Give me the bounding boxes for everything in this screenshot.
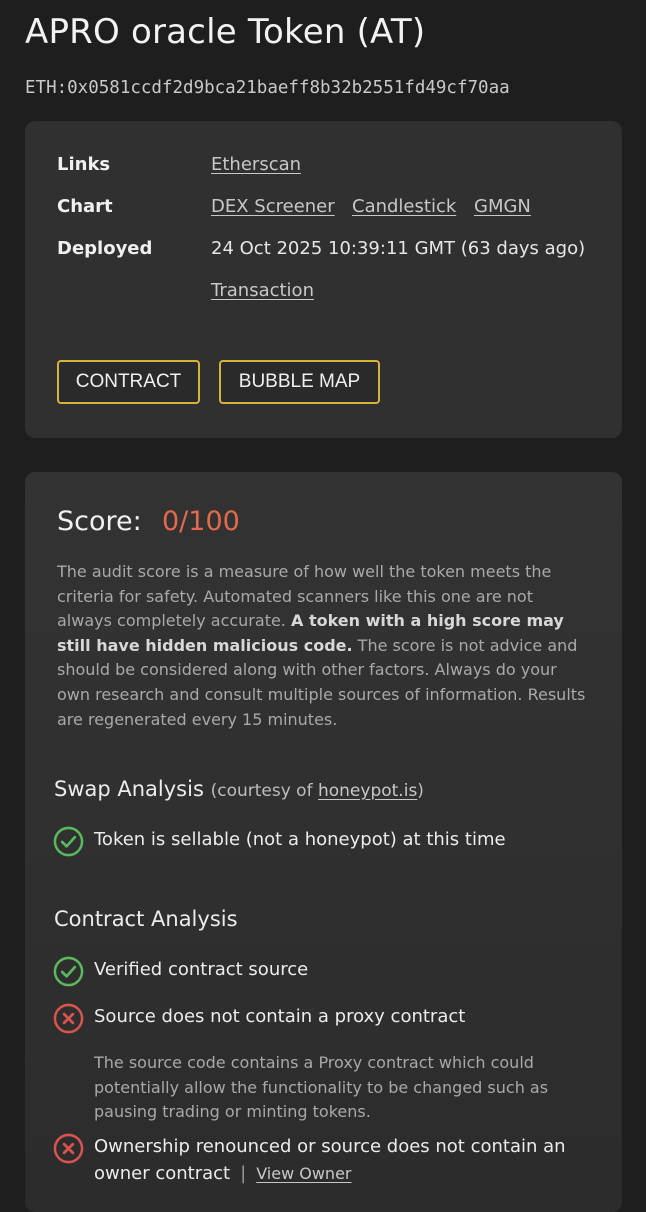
score-label: Score:	[57, 506, 142, 537]
token-title: APRO oracle Token (AT)	[25, 12, 426, 52]
gmgn-link[interactable]: GMGN	[474, 196, 531, 217]
audit-card: Score: 0/100 The audit score is a measur…	[25, 472, 622, 1212]
swap-analysis-title: Swap Analysis	[54, 777, 204, 801]
swap-check-sellable: Token is sellable (not a honeypot) at th…	[53, 826, 506, 857]
courtesy-note: (courtesy of honeypot.is)	[210, 781, 424, 801]
score-value: 0/100	[162, 506, 240, 537]
proxy-warning-note: The source code contains a Proxy contrac…	[94, 1053, 549, 1122]
contract-check-verified: Verified contract source	[53, 956, 308, 987]
deployed-date: 24 Oct 2025 10:39:11 GMT (63 days ago)	[211, 238, 586, 259]
swap-analysis-heading: Swap Analysis (courtesy of honeypot.is)	[54, 777, 424, 801]
etherscan-link[interactable]: Etherscan	[211, 154, 301, 175]
token-info-card: Links Etherscan Chart DEX Screener Candl…	[25, 121, 622, 438]
view-owner-link[interactable]: View Owner	[256, 1164, 351, 1183]
check-circle-icon	[53, 956, 84, 987]
x-circle-icon	[53, 1003, 84, 1034]
honeypot-link[interactable]: honeypot.is	[318, 781, 417, 801]
score-description: The audit score is a measure of how well…	[57, 560, 592, 732]
contract-button[interactable]: CONTRACT	[57, 360, 200, 404]
separator: |	[240, 1163, 247, 1184]
check-circle-icon	[53, 826, 84, 857]
transaction-link[interactable]: Transaction	[211, 280, 314, 301]
token-address: ETH:0x0581ccdf2d9bca21baeff8b32b2551fd49…	[25, 78, 510, 98]
bubble-map-button[interactable]: BUBBLE MAP	[219, 360, 380, 404]
dex-screener-link[interactable]: DEX Screener	[211, 196, 335, 217]
chart-label: Chart	[57, 196, 113, 217]
contract-analysis-title: Contract Analysis	[54, 907, 238, 931]
contract-check-proxy: Source does not contain a proxy contract	[53, 1003, 465, 1034]
deployed-label: Deployed	[57, 238, 153, 259]
candlestick-link[interactable]: Candlestick	[352, 196, 456, 217]
contract-check-ownership: Ownership renounced or source does not c…	[53, 1133, 573, 1187]
links-label: Links	[57, 154, 111, 175]
x-circle-icon	[53, 1133, 84, 1164]
